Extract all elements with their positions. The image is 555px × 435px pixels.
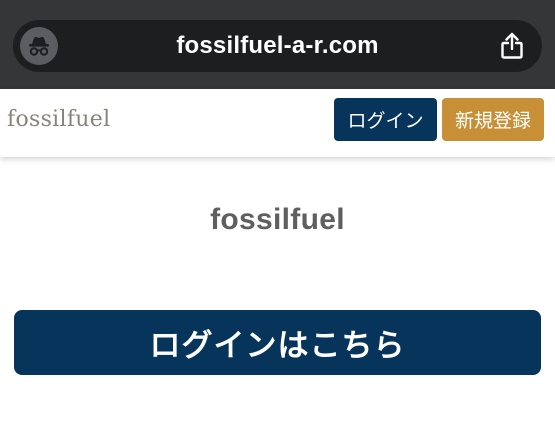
address-bar[interactable]: fossilfuel-a-r.com <box>13 20 542 72</box>
header-login-button[interactable]: ログイン <box>334 98 437 141</box>
page-title: fossilfuel <box>210 203 345 236</box>
site-logo[interactable]: fossilfuel <box>7 107 110 132</box>
url-text[interactable]: fossilfuel-a-r.com <box>13 20 542 72</box>
header-register-button[interactable]: 新規登録 <box>442 98 544 141</box>
login-cta-button[interactable]: ログインはこちら <box>14 310 541 375</box>
browser-toolbar: fossilfuel-a-r.com <box>0 0 555 89</box>
share-icon[interactable] <box>498 32 526 60</box>
site-header: fossilfuel ログイン 新規登録 <box>0 89 555 157</box>
